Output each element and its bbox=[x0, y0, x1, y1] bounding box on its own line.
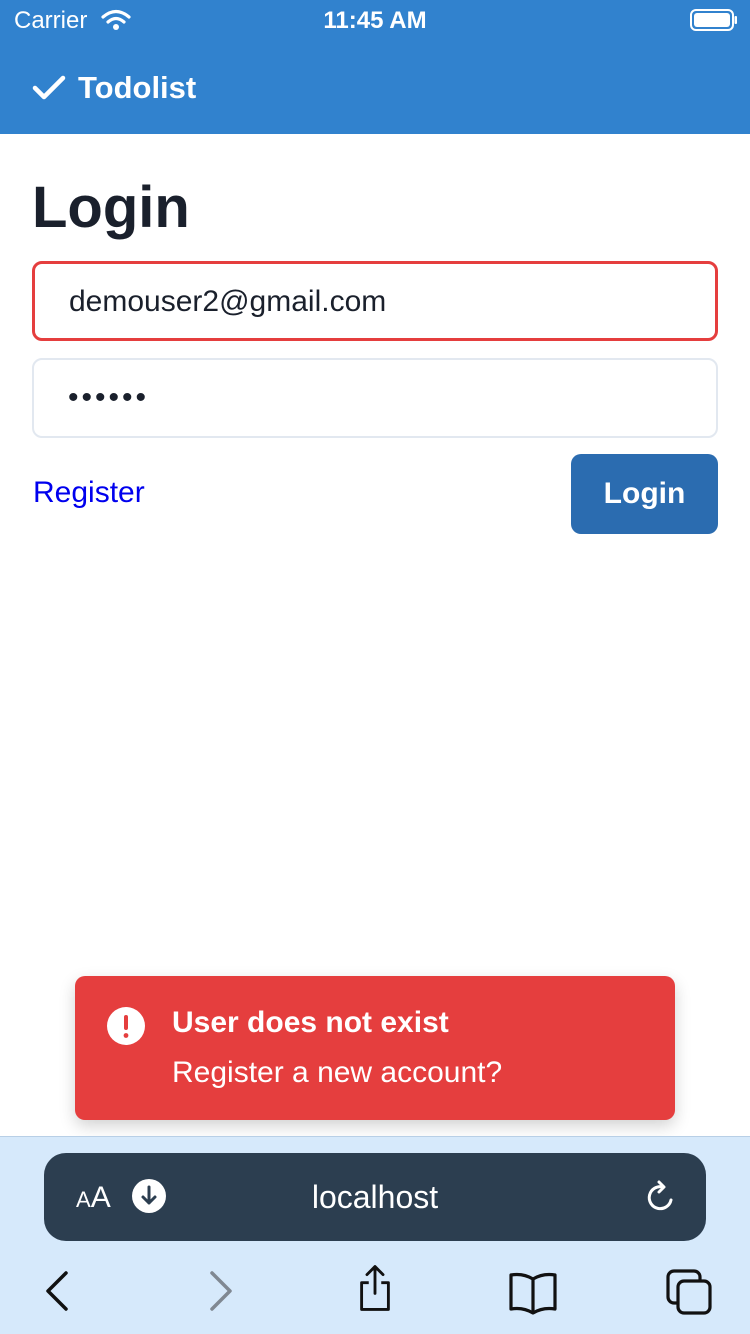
browser-toolbar: AA localhost bbox=[0, 1136, 750, 1334]
bookmarks-icon[interactable] bbox=[508, 1267, 558, 1317]
back-icon[interactable] bbox=[34, 1267, 84, 1317]
app-header: Todolist bbox=[0, 40, 750, 134]
email-field[interactable]: demouser2@gmail.com bbox=[32, 261, 718, 341]
register-link[interactable]: Register bbox=[33, 476, 145, 510]
status-bar: Carrier 11:45 AM bbox=[0, 0, 750, 40]
share-icon[interactable] bbox=[350, 1263, 400, 1313]
email-value: demouser2@gmail.com bbox=[69, 285, 387, 318]
status-time: 11:45 AM bbox=[323, 7, 427, 34]
error-toast[interactable]: User does not exist Register a new accou… bbox=[75, 976, 675, 1120]
screen: Carrier 11:45 AM Todolist Login demouser… bbox=[0, 0, 750, 1334]
tabs-icon[interactable] bbox=[664, 1267, 714, 1317]
reload-icon[interactable] bbox=[644, 1179, 678, 1215]
password-field[interactable]: •••••• bbox=[32, 358, 718, 438]
toast-description: Register a new account? bbox=[172, 1056, 503, 1089]
password-value: •••••• bbox=[68, 381, 150, 414]
address-bar[interactable]: AA localhost bbox=[44, 1153, 706, 1241]
toast-title: User does not exist bbox=[172, 1006, 449, 1039]
app-title[interactable]: Todolist bbox=[78, 70, 196, 106]
url-text[interactable]: localhost bbox=[44, 1179, 706, 1216]
login-button[interactable]: Login bbox=[571, 454, 718, 534]
check-icon bbox=[32, 75, 66, 100]
battery-icon bbox=[690, 9, 737, 31]
forward-icon[interactable] bbox=[196, 1267, 246, 1317]
page-title: Login bbox=[32, 175, 190, 240]
alert-icon bbox=[107, 1007, 145, 1045]
